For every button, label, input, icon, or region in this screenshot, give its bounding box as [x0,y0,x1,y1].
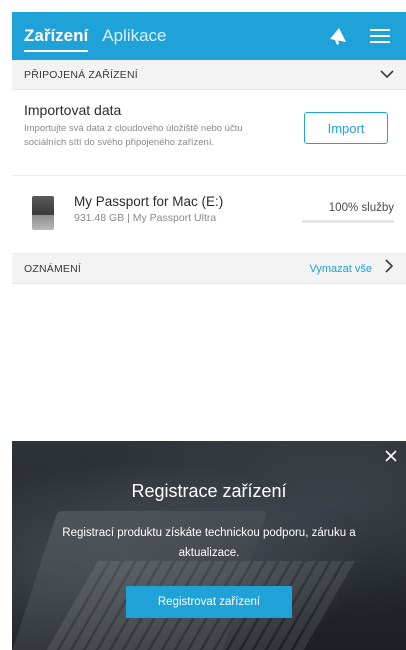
import-title: Importovat data [24,102,122,118]
clear-all-link[interactable]: Vymazat vše [309,263,372,275]
connected-devices-title: PŘIPOJENÁ ZAŘÍZENÍ [24,68,138,81]
close-icon[interactable] [384,449,398,463]
app-window: Zařízení Aplikace PŘIPOJENÁ ZAŘÍZENÍ Imp… [12,12,406,650]
import-data-row: Importovat data Importujte svá data z cl… [12,90,406,176]
notifications-title: OZNÁMENÍ [24,262,82,275]
notifications-header: OZNÁMENÍ Vymazat vše [12,254,406,284]
chevron-right-icon[interactable] [384,259,394,278]
register-device-button[interactable]: Registrovat zařízení [126,586,292,618]
notifications-list [12,284,406,432]
import-description: Importujte svá data z cloudového úložišt… [24,123,243,148]
device-row[interactable]: My Passport for Mac (E:) 931.48 GB | My … [12,176,406,254]
tab-apps[interactable]: Aplikace [102,26,166,46]
top-bar: Zařízení Aplikace [12,12,406,60]
device-meta: 931.48 GB | My Passport Ultra [74,212,217,224]
device-info: My Passport for Mac (E:) 931.48 GB | My … [74,192,302,253]
menu-icon[interactable] [366,22,394,50]
connected-devices-header[interactable]: PŘIPOJENÁ ZAŘÍZENÍ [12,60,406,90]
promo-title: Registrace zařízení [131,481,287,501]
import-text: Importovat data Importujte svá data z cl… [24,102,304,175]
import-button[interactable]: Import [304,112,388,144]
register-promo-banner: Registrace zařízení Registrací produktu … [12,441,406,650]
status-bar-fill [302,220,394,223]
megaphone-icon[interactable] [324,22,352,50]
chevron-down-icon[interactable] [380,66,394,84]
status-bar [302,220,394,223]
device-name: My Passport for Mac (E:) [74,194,224,209]
drive-image [32,196,54,230]
tab-devices[interactable]: Zařízení [24,26,89,52]
device-status: 100% služby [302,192,394,253]
promo-description: Registrací produktu získáte technickou p… [62,527,356,559]
device-status-text: 100% služby [328,202,394,214]
